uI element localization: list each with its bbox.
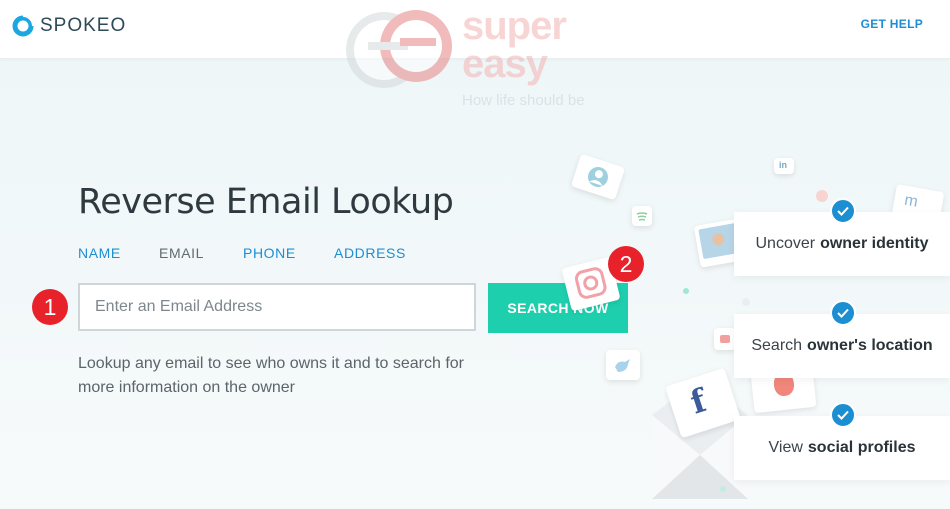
- spokeo-logo-icon: [12, 15, 34, 37]
- facebook-icon: f: [685, 381, 711, 422]
- person-icon: [588, 167, 608, 187]
- watermark-logo-icon: [346, 10, 452, 88]
- supereasy-watermark: super easy How life should be: [344, 4, 614, 112]
- spotify-icon: [636, 212, 648, 221]
- feature-bold: owner's location: [807, 337, 933, 354]
- search-description: Lookup any email to see who owns it and …: [78, 355, 464, 396]
- email-search-input[interactable]: [78, 283, 476, 331]
- check-icon: [830, 198, 856, 224]
- spokeo-logo[interactable]: SPOKEO: [12, 13, 126, 39]
- linkedin-tile: in: [774, 158, 794, 174]
- profile-tile: [570, 153, 626, 201]
- feature-bold: owner identity: [820, 235, 929, 252]
- check-icon: [830, 402, 856, 428]
- feature-bold: social profiles: [807, 439, 916, 456]
- tab-phone[interactable]: PHONE: [243, 245, 334, 261]
- page-title: Reverse Email Lookup: [78, 182, 454, 222]
- twitter-tile: [606, 350, 640, 380]
- youtube-tile: [714, 328, 736, 350]
- twitter-icon: [615, 359, 630, 372]
- search-type-tabs: NAME EMAIL PHONE ADDRESS: [78, 245, 406, 261]
- spotify-tile: [632, 206, 652, 226]
- tab-name[interactable]: NAME: [78, 245, 159, 261]
- logo-text: SPOKEO: [40, 15, 127, 36]
- watermark-easy: easy: [462, 42, 548, 86]
- tab-email[interactable]: EMAIL: [159, 245, 243, 261]
- linkedin-icon: in: [779, 160, 787, 170]
- feature-prefix: View: [768, 439, 803, 456]
- step-badge-1: 1: [32, 289, 68, 325]
- tab-address[interactable]: ADDRESS: [334, 245, 406, 261]
- step-badge-2: 2: [608, 246, 644, 282]
- feature-prefix: Uncover: [755, 235, 816, 252]
- feature-prefix: Search: [751, 337, 803, 354]
- check-icon: [830, 300, 856, 326]
- watermark-tagline: How life should be: [462, 92, 585, 109]
- get-help-link[interactable]: GET HELP: [861, 17, 923, 31]
